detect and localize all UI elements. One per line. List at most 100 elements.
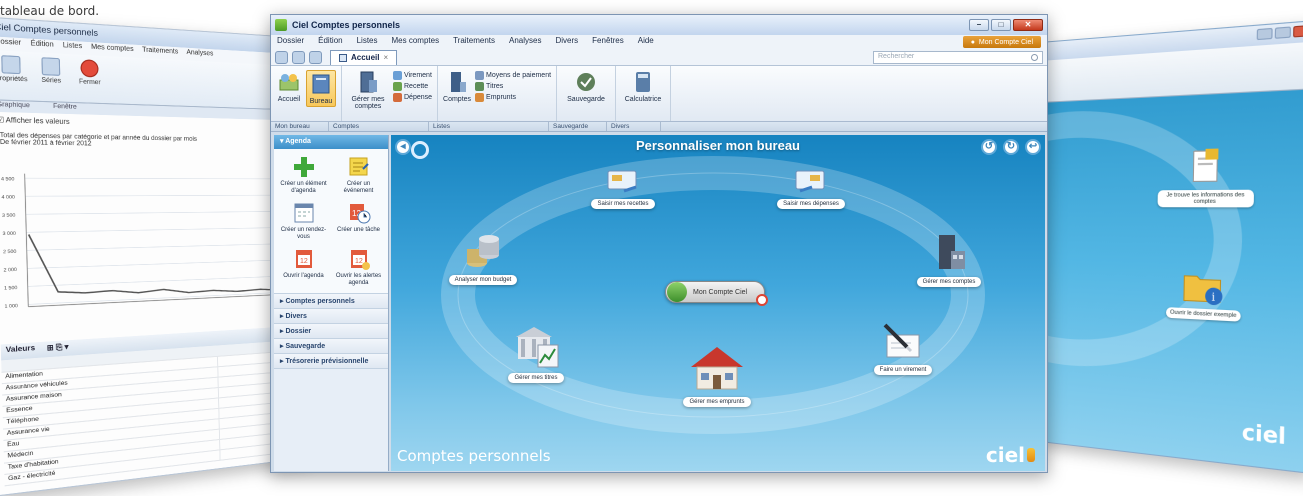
maximize-button[interactable]: □ xyxy=(991,19,1011,31)
minimize-button[interactable] xyxy=(1256,27,1273,41)
search-placeholder: Rechercher xyxy=(878,52,915,60)
bureau-button[interactable]: Bureau xyxy=(306,70,336,107)
section-label: Sauvegarde xyxy=(285,343,326,350)
properties-button[interactable]: Propriétés xyxy=(0,55,28,96)
create-event[interactable]: Créer un événement xyxy=(333,155,384,195)
sidebar-section-sauvegarde[interactable]: ▸ Sauvegarde xyxy=(274,339,388,354)
menu-item[interactable]: Listes xyxy=(63,42,83,54)
sauvegarde-label: Sauvegarde xyxy=(567,96,605,103)
desk-ring xyxy=(1036,103,1245,379)
agenda-actions: Créer un élément d'agenda Créer un événe… xyxy=(274,149,388,294)
my-ciel-account-button[interactable]: ● Mon Compte Ciel xyxy=(962,36,1041,48)
emprunts-button[interactable]: Emprunts xyxy=(475,93,551,102)
desk-shortcut-info[interactable]: Je trouve les informations des comptes xyxy=(1157,148,1255,208)
accueil-label: Accueil xyxy=(277,96,301,103)
menu-aide[interactable]: Aide xyxy=(638,36,654,48)
section-label: Comptes personnels xyxy=(285,298,355,305)
calculator-button[interactable]: Calculatrice xyxy=(621,70,665,103)
my-ciel-account-node[interactable]: Mon Compte Ciel xyxy=(665,281,768,306)
node-analyze-budget[interactable]: Analyser mon budget xyxy=(428,233,538,285)
action-label: Créer un événement xyxy=(343,181,374,194)
close-button[interactable]: ✕ xyxy=(1013,19,1043,31)
sidebar-section-dossier[interactable]: ▸ Dossier xyxy=(274,324,388,339)
accounts-icon xyxy=(360,71,377,93)
node-manage-accounts[interactable]: Gérer mes comptes xyxy=(894,233,1004,287)
series-button[interactable]: Séries xyxy=(36,57,67,97)
center-label: Mon Compte Ciel xyxy=(693,288,748,296)
ciel-logo: ciel xyxy=(1241,418,1287,450)
node-enter-expenses[interactable]: Saisir mes dépenses xyxy=(756,165,866,209)
close-chart-button[interactable]: Fermer xyxy=(75,59,105,99)
open-agenda-alerts[interactable]: 12 Ouvrir les alertes agenda xyxy=(333,247,384,287)
menu-fenetres[interactable]: Fenêtres xyxy=(592,36,624,48)
action-label: Ouvrir l'agenda xyxy=(283,273,324,279)
close-button[interactable] xyxy=(1293,24,1303,38)
menu-mes-comptes[interactable]: Mes comptes xyxy=(392,36,440,48)
menu-item[interactable]: Édition xyxy=(30,40,53,53)
sidebar-header-agenda[interactable]: ▾ Agenda xyxy=(274,135,388,149)
menu-dossier[interactable]: Dossier xyxy=(277,36,304,48)
maximize-button[interactable] xyxy=(1274,26,1291,39)
svg-text:12: 12 xyxy=(300,258,308,265)
right-window-desk: Je trouve les informations des comptes i… xyxy=(1036,19,1303,474)
menu-item[interactable]: Dossier xyxy=(0,38,21,51)
menu-item[interactable]: Mes comptes xyxy=(91,43,134,56)
redo-icon[interactable]: ↻ xyxy=(1003,139,1019,155)
group-label: Comptes xyxy=(329,122,429,131)
manage-accounts-button[interactable]: Gérer mes comptes xyxy=(347,70,389,110)
tab-close-icon[interactable]: × xyxy=(383,53,388,62)
svg-text:3 500: 3 500 xyxy=(2,212,16,218)
node-manage-loans[interactable]: Gérer mes emprunts xyxy=(662,343,772,407)
virement-button[interactable]: Virement xyxy=(393,71,432,80)
node-make-transfer[interactable]: Faire un virement xyxy=(848,321,958,375)
node-manage-securities[interactable]: Gérer mes titres xyxy=(481,325,591,383)
ribbon-group-sauvegarde: Sauvegarde xyxy=(557,66,617,121)
open-icon[interactable] xyxy=(292,50,305,64)
income-icon xyxy=(393,82,402,91)
payment-methods-button[interactable]: Moyens de paiement xyxy=(475,71,551,80)
help-icon[interactable] xyxy=(309,50,322,64)
accueil-button[interactable]: Accueil xyxy=(276,70,302,103)
open-agenda[interactable]: 12 Ouvrir l'agenda xyxy=(278,247,329,287)
node-label: Gérer mes titres xyxy=(508,373,564,383)
sidebar-section-comptes[interactable]: ▸ Comptes personnels xyxy=(274,294,388,309)
section-label: Trésorerie prévisionnelle xyxy=(285,358,369,365)
sidebar-section-divers[interactable]: ▸ Divers xyxy=(274,309,388,324)
create-task[interactable]: 12 Créer une tâche xyxy=(333,201,384,241)
chart-series-line xyxy=(29,229,305,302)
action-label: Créer une tâche xyxy=(336,227,381,233)
group-label: Sauvegarde xyxy=(549,122,607,131)
svg-text:1 000: 1 000 xyxy=(4,303,18,309)
new-file-icon[interactable] xyxy=(275,50,288,64)
coins-icon xyxy=(467,235,499,267)
menu-edition[interactable]: Édition xyxy=(318,36,342,48)
sauvegarde-button[interactable]: Sauvegarde xyxy=(562,70,610,103)
menu-traitements[interactable]: Traitements xyxy=(453,36,495,48)
undo-icon[interactable]: ↺ xyxy=(981,139,997,155)
menu-divers[interactable]: Divers xyxy=(555,36,578,48)
recette-button[interactable]: Recette xyxy=(393,82,432,91)
menu-listes[interactable]: Listes xyxy=(357,36,378,48)
comptes-button[interactable]: Comptes xyxy=(443,70,471,103)
income-card-icon xyxy=(607,170,637,193)
svg-text:2 500: 2 500 xyxy=(3,248,17,254)
menu-item[interactable]: Traitements xyxy=(142,46,178,59)
section-label: Dossier xyxy=(285,328,312,335)
titres-button[interactable]: Titres xyxy=(475,82,551,91)
tab-accueil[interactable]: Accueil × xyxy=(330,49,398,65)
create-appointment[interactable]: Créer un rendez-vous xyxy=(278,201,329,241)
menu-analyses[interactable]: Analyses xyxy=(509,36,541,48)
depense-button[interactable]: Dépense xyxy=(393,93,432,102)
sidebar-section-tresorerie[interactable]: ▸ Trésorerie prévisionnelle xyxy=(274,354,388,369)
group-label: Graphique xyxy=(0,101,30,110)
search-input[interactable]: Rechercher xyxy=(873,50,1043,64)
create-agenda-item[interactable]: Créer un élément d'agenda xyxy=(278,155,329,195)
svg-text:4 500: 4 500 xyxy=(1,176,15,182)
menu-item[interactable]: Analyses xyxy=(186,49,213,61)
ribbon-group-comptes: Gérer mes comptes Virement Recette Dépen… xyxy=(342,66,439,121)
desk-shortcut-example[interactable]: i Ouvrir le dossier exemple xyxy=(1156,266,1253,322)
node-enter-income[interactable]: Saisir mes recettes xyxy=(568,165,678,209)
minimize-button[interactable]: – xyxy=(969,19,989,31)
node-label: Gérer mes emprunts xyxy=(683,397,751,407)
return-icon[interactable]: ↩ xyxy=(1025,139,1041,155)
